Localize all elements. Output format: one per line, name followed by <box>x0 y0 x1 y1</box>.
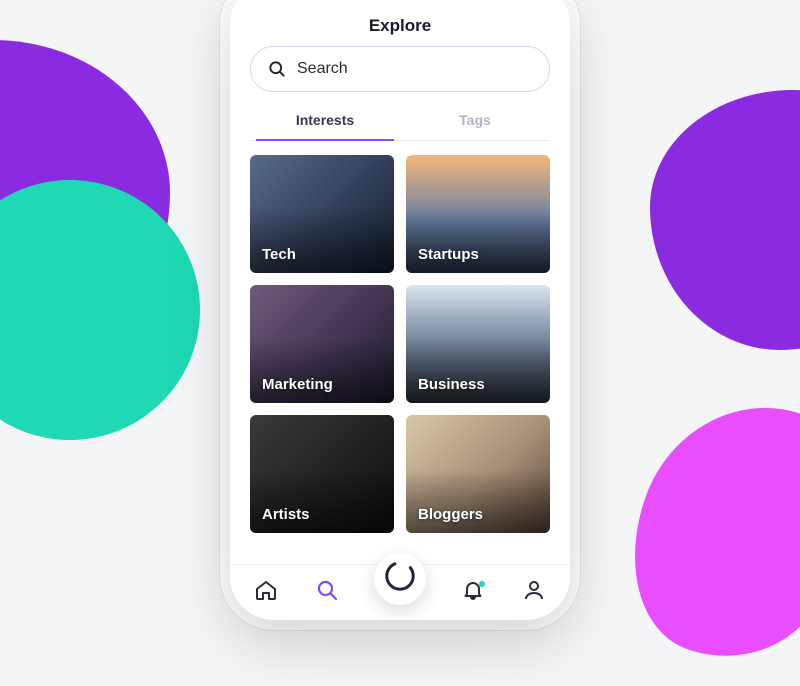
nav-notifications[interactable] <box>459 579 487 607</box>
nav-home[interactable] <box>252 579 280 607</box>
search-icon <box>315 578 339 607</box>
wifi-icon <box>308 0 321 1</box>
card-tech[interactable]: Tech <box>250 155 394 273</box>
notification-dot-icon <box>479 581 485 587</box>
nav-profile[interactable] <box>520 579 548 607</box>
tabs: Interests Tags <box>250 102 550 141</box>
card-business[interactable]: Business <box>406 285 550 403</box>
search-input[interactable] <box>297 60 533 78</box>
card-bloggers[interactable]: Bloggers <box>406 415 550 533</box>
card-artists[interactable]: Artists <box>250 415 394 533</box>
card-label: Bloggers <box>418 506 483 523</box>
nav-explore[interactable] <box>313 579 341 607</box>
profile-icon <box>522 578 546 607</box>
card-label: Marketing <box>262 376 333 393</box>
tab-interests[interactable]: Interests <box>250 102 400 140</box>
home-icon <box>254 578 278 607</box>
decor-blob-pink <box>602 374 800 686</box>
nav-compose[interactable] <box>374 553 426 605</box>
decor-blob-purple-right <box>650 90 800 350</box>
card-label: Tech <box>262 246 296 263</box>
card-label: Business <box>418 376 485 393</box>
card-startups[interactable]: Startups <box>406 155 550 273</box>
bottom-nav <box>230 564 570 620</box>
phone-frame: ••••• Sketch 9:41 AM Explore Interests T… <box>230 0 570 620</box>
page-title: Explore <box>230 10 570 46</box>
card-marketing[interactable]: Marketing <box>250 285 394 403</box>
interest-grid: Tech Startups Marketing Business Artists… <box>230 141 570 564</box>
search-bar[interactable] <box>250 46 550 92</box>
decor-blob-teal <box>0 180 200 440</box>
search-icon <box>267 59 287 79</box>
card-label: Artists <box>262 506 310 523</box>
tab-tags[interactable]: Tags <box>400 102 550 140</box>
card-label: Startups <box>418 246 479 263</box>
compose-icon <box>383 559 417 598</box>
